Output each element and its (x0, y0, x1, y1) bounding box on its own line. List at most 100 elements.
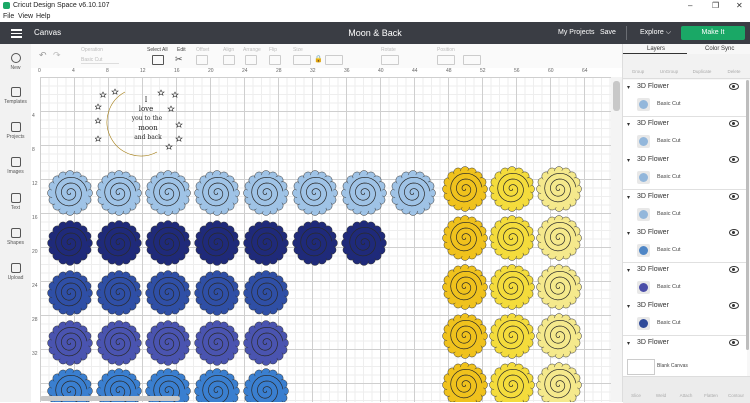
eye-icon[interactable] (729, 229, 739, 236)
menu-view[interactable]: View (18, 13, 33, 20)
3d-flower[interactable] (536, 215, 582, 261)
collapse-arrow-icon[interactable]: ▾ (627, 121, 630, 128)
sidebar-item-new[interactable]: New (0, 53, 31, 71)
3d-flower[interactable] (96, 170, 142, 216)
3d-flower[interactable] (536, 264, 582, 310)
3d-flower[interactable] (536, 166, 582, 212)
delete-button[interactable]: Delete (719, 69, 749, 74)
rotate-input[interactable] (381, 55, 399, 65)
operation-select[interactable]: Basic Cut (81, 57, 119, 64)
3d-flower[interactable] (194, 220, 240, 266)
canvas-horizontal-scrollbar[interactable] (40, 396, 180, 401)
align-icon[interactable] (223, 55, 235, 65)
redo-icon[interactable]: ↷ (53, 50, 61, 61)
3d-flower[interactable] (442, 215, 488, 261)
tab-layers[interactable]: Layers (647, 46, 665, 52)
sidebar-item-projects[interactable]: Projects (0, 122, 31, 140)
slice-button[interactable]: Slice (623, 393, 649, 398)
layer-row[interactable]: ▾ 3D Flower Basic Cut (623, 189, 747, 227)
collapse-arrow-icon[interactable]: ▾ (627, 230, 630, 237)
size-height-input[interactable] (325, 55, 343, 65)
scissors-icon[interactable]: ✂ (175, 54, 183, 65)
arrange-icon[interactable] (245, 55, 257, 65)
weld-button[interactable]: Weld (648, 393, 674, 398)
position-y-input[interactable] (463, 55, 481, 65)
collapse-arrow-icon[interactable]: ▾ (627, 157, 630, 164)
eye-icon[interactable] (729, 302, 739, 309)
layer-color-swatch[interactable] (637, 280, 650, 294)
3d-flower[interactable] (536, 362, 582, 402)
3d-flower[interactable] (47, 320, 93, 366)
3d-flower[interactable] (145, 220, 191, 266)
attach-button[interactable]: Attach (673, 393, 699, 398)
eye-icon[interactable] (729, 83, 739, 90)
collapse-arrow-icon[interactable]: ▾ (627, 303, 630, 310)
3d-flower[interactable] (292, 220, 338, 266)
3d-flower[interactable] (390, 170, 436, 216)
eye-icon[interactable] (729, 192, 739, 200)
maximize-icon[interactable]: ❐ (712, 1, 719, 10)
layer-row[interactable]: ▾ 3D Flower Basic Cut (623, 262, 747, 300)
sidebar-item-shapes[interactable]: Shapes (0, 228, 31, 246)
sidebar-item-images[interactable]: Images (0, 157, 31, 175)
blank-canvas-row[interactable]: Blank Canvas (623, 356, 747, 376)
3d-flower[interactable] (194, 368, 240, 402)
layer-color-swatch[interactable] (637, 171, 650, 184)
collapse-arrow-icon[interactable]: ▾ (627, 267, 630, 274)
tab-color-sync[interactable]: Color Sync (705, 46, 734, 52)
3d-flower[interactable] (442, 362, 488, 402)
undo-icon[interactable]: ↶ (39, 50, 47, 61)
canvas-vertical-scrollbar[interactable] (611, 77, 622, 402)
layer-color-swatch[interactable] (637, 98, 650, 111)
3d-flower[interactable] (47, 170, 93, 216)
close-icon[interactable]: ✕ (736, 1, 743, 10)
duplicate-button[interactable]: Duplicate (687, 69, 717, 74)
sidebar-item-upload[interactable]: Upload (0, 263, 31, 281)
eye-icon[interactable] (729, 265, 739, 273)
sidebar-item-templates[interactable]: Templates (0, 87, 31, 105)
my-projects-button[interactable]: My Projects (558, 29, 595, 36)
collapse-arrow-icon[interactable]: ▾ (627, 194, 630, 201)
3d-flower[interactable] (194, 320, 240, 366)
layer-color-swatch[interactable] (637, 134, 650, 148)
3d-flower[interactable] (489, 362, 535, 402)
save-button[interactable]: Save (600, 29, 616, 36)
explore-button[interactable]: Explore ⌵ (640, 29, 671, 37)
sidebar-item-text[interactable]: Text (0, 193, 31, 211)
3d-flower[interactable] (96, 220, 142, 266)
ungroup-button[interactable]: UnGroup (654, 69, 684, 74)
3d-flower[interactable] (536, 313, 582, 359)
3d-flower[interactable] (145, 170, 191, 216)
flatten-button[interactable]: Flatten (698, 393, 724, 398)
3d-flower[interactable] (442, 264, 488, 310)
3d-flower[interactable] (243, 220, 289, 266)
3d-flower[interactable] (243, 368, 289, 402)
flip-icon[interactable] (269, 55, 281, 65)
offset-icon[interactable] (196, 55, 208, 65)
layers-scrollbar[interactable] (746, 80, 749, 350)
eye-icon[interactable] (729, 338, 739, 346)
3d-flower[interactable] (489, 166, 535, 212)
collapse-arrow-icon[interactable]: ▾ (627, 84, 630, 91)
3d-flower[interactable] (489, 215, 535, 261)
eye-icon[interactable] (729, 156, 739, 163)
3d-flower[interactable] (341, 220, 387, 266)
minimize-icon[interactable]: – (688, 1, 692, 10)
3d-flower[interactable] (194, 170, 240, 216)
3d-flower[interactable] (243, 320, 289, 366)
layer-row[interactable]: ▾ 3D Flower Basic Cut (623, 80, 747, 117)
layer-row[interactable]: ▾ 3D Flower Basic Cut (623, 226, 747, 263)
layer-color-swatch[interactable] (637, 207, 650, 221)
layer-color-swatch[interactable] (637, 244, 650, 257)
group-button[interactable]: Group (623, 69, 653, 74)
3d-flower[interactable] (442, 313, 488, 359)
layer-row[interactable]: ▾ 3D Flower Basic Cut (623, 299, 747, 336)
3d-flower[interactable] (243, 170, 289, 216)
collapse-arrow-icon[interactable]: ▾ (627, 340, 630, 347)
3d-flower[interactable] (145, 320, 191, 366)
3d-flower[interactable] (96, 270, 142, 316)
3d-flower[interactable] (341, 170, 387, 216)
select-all-icon[interactable] (152, 55, 164, 65)
scrollbar-thumb[interactable] (613, 81, 620, 111)
layer-row[interactable]: ▾ 3D Flower Basic Cut (623, 116, 747, 154)
